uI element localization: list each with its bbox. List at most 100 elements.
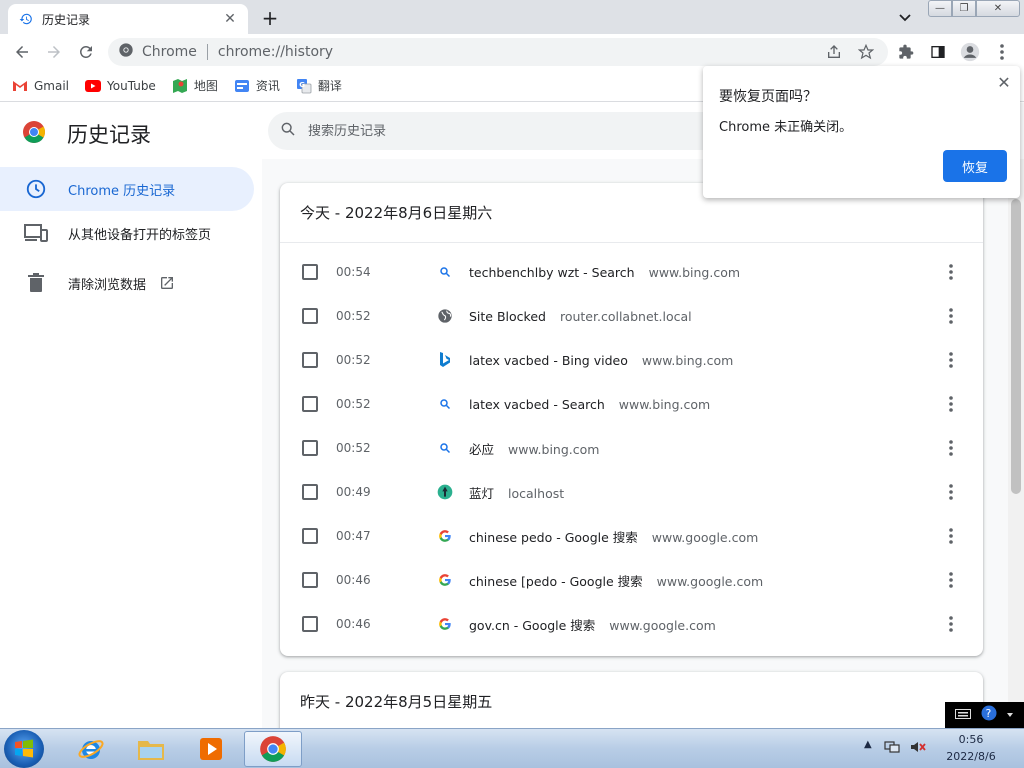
bing-icon (437, 352, 453, 368)
history-entry[interactable]: 00:47 chinese pedo - Google 搜索 www.google.… (280, 514, 983, 558)
address-bar[interactable]: Chrome chrome://history (108, 38, 888, 66)
history-entry[interactable]: 00:46 chinese [pedo - Google 搜索 www.google… (280, 558, 983, 602)
entry-link[interactable]: Site Blocked router.collabnet.local (469, 309, 692, 324)
more-actions-icon[interactable] (939, 524, 963, 548)
forward-button[interactable] (40, 38, 68, 66)
help-icon[interactable]: ? (981, 705, 997, 725)
taskbar-explorer-button[interactable] (122, 731, 180, 767)
entry-checkbox[interactable] (302, 308, 318, 324)
language-bar[interactable]: ? (945, 702, 1024, 728)
more-actions-icon[interactable] (939, 436, 963, 460)
volume-muted-icon[interactable] (910, 740, 926, 757)
keyboard-icon[interactable] (954, 708, 971, 723)
more-actions-icon[interactable] (939, 304, 963, 328)
tab-history[interactable]: 历史记录 ✕ (8, 4, 248, 34)
entry-domain: www.google.com (656, 573, 764, 589)
entry-link[interactable]: gov.cn - Google 搜索 www.google.com (469, 615, 716, 634)
page-scrollbar[interactable] (1008, 159, 1024, 728)
history-entry[interactable]: 00:52 Site Blocked router.collabnet.local (280, 294, 983, 338)
sidebar-item-clear-data[interactable]: 清除浏览数据 (0, 261, 254, 305)
scrollbar-thumb[interactable] (1011, 199, 1021, 494)
entry-checkbox[interactable] (302, 264, 318, 280)
close-window-button[interactable]: ✕ (976, 0, 1020, 17)
menu-kebab-icon[interactable] (988, 38, 1016, 66)
search-input[interactable] (308, 123, 688, 139)
entry-title[interactable]: chinese [pedo - Google 搜索 (469, 574, 643, 589)
new-tab-button[interactable]: + (258, 6, 282, 30)
tab-search-chevron-icon[interactable] (894, 8, 916, 28)
tab-strip: 历史记录 ✕ + — ❐ ✕ (0, 0, 1024, 34)
more-actions-icon[interactable] (939, 348, 963, 372)
entry-link[interactable]: 蓝灯 localhost (469, 483, 564, 502)
side-panel-icon[interactable] (924, 38, 952, 66)
maps-icon (172, 78, 188, 94)
more-actions-icon[interactable] (939, 612, 963, 636)
bookmark-star-icon[interactable] (852, 38, 880, 66)
more-actions-icon[interactable] (939, 480, 963, 504)
entry-checkbox[interactable] (302, 572, 318, 588)
history-entry[interactable]: 00:49 蓝灯 localhost (280, 470, 983, 514)
entry-title[interactable]: chinese pedo - Google 搜索 (469, 530, 638, 545)
sidebar-item-other-devices[interactable]: 从其他设备打开的标签页 (0, 211, 254, 255)
share-icon[interactable] (820, 38, 848, 66)
search-box[interactable] (268, 112, 728, 150)
entry-link[interactable]: latex vacbed - Search www.bing.com (469, 397, 710, 412)
reload-button[interactable] (72, 38, 100, 66)
chrome-page-icon (118, 42, 134, 62)
tray-chevron-up-icon[interactable]: ▲ (864, 739, 872, 750)
extensions-puzzle-icon[interactable] (892, 38, 920, 66)
minimize-button[interactable]: — (928, 0, 952, 17)
svg-text:G: G (299, 81, 305, 89)
entry-domain: www.bing.com (641, 352, 734, 368)
entry-link[interactable]: chinese pedo - Google 搜索 www.google.com (469, 527, 758, 546)
history-entry[interactable]: 00:52 latex vacbed - Search www.bing.com (280, 382, 983, 426)
taskbar-ie-button[interactable] (62, 731, 120, 767)
sidebar-item-chrome-history[interactable]: Chrome 历史记录 (0, 167, 254, 211)
entry-title[interactable]: techbenchlby wzt - Search (469, 265, 635, 280)
entry-title[interactable]: latex vacbed - Search (469, 397, 605, 412)
entry-checkbox[interactable] (302, 528, 318, 544)
bookmark-gmail[interactable]: Gmail (12, 78, 69, 94)
system-clock[interactable]: 0:56 2022/8/6 (940, 731, 1002, 765)
entry-title[interactable]: 蓝灯 (469, 486, 494, 501)
profile-avatar-icon[interactable] (956, 38, 984, 66)
entry-link[interactable]: latex vacbed - Bing video www.bing.com (469, 353, 733, 368)
maximize-button[interactable]: ❐ (952, 0, 976, 17)
restore-pages-bubble: 要恢复页面吗？ Chrome 未正确关闭。 ✕ 恢复 (703, 66, 1020, 198)
close-icon[interactable]: ✕ (994, 72, 1014, 92)
chevron-down-icon[interactable] (1006, 708, 1014, 723)
bookmark-news[interactable]: 资讯 (234, 77, 280, 94)
more-actions-icon[interactable] (939, 260, 963, 284)
history-entry[interactable]: 00:52 latex vacbed - Bing video www.bing.c… (280, 338, 983, 382)
sidebar: Chrome 历史记录 从其他设备打开的标签页 清除浏览数据 (0, 159, 262, 728)
entry-title[interactable]: 必应 (469, 442, 494, 457)
restore-button[interactable]: 恢复 (943, 150, 1007, 182)
history-entry[interactable]: 00:54 techbenchlby wzt - Search www.bing.c… (280, 250, 983, 294)
bookmark-translate[interactable]: G 翻译 (296, 77, 342, 94)
more-actions-icon[interactable] (939, 392, 963, 416)
entry-link[interactable]: chinese [pedo - Google 搜索 www.google.com (469, 571, 763, 590)
entry-link[interactable]: techbenchlby wzt - Search www.bing.com (469, 265, 740, 280)
entry-checkbox[interactable] (302, 616, 318, 632)
entry-checkbox[interactable] (302, 484, 318, 500)
bookmark-maps[interactable]: 地图 (172, 77, 218, 94)
entry-title[interactable]: latex vacbed - Bing video (469, 353, 628, 368)
history-entry[interactable]: 00:52 必应 www.bing.com (280, 426, 983, 470)
entry-checkbox[interactable] (302, 440, 318, 456)
entry-title[interactable]: Site Blocked (469, 309, 546, 324)
entry-link[interactable]: 必应 www.bing.com (469, 439, 599, 458)
tab-close-icon[interactable]: ✕ (222, 11, 238, 27)
network-icon[interactable] (884, 740, 900, 757)
taskbar-media-button[interactable] (182, 731, 240, 767)
back-button[interactable] (8, 38, 36, 66)
entry-title[interactable]: gov.cn - Google 搜索 (469, 618, 595, 633)
history-entry[interactable]: 00:46 gov.cn - Google 搜索 www.google.com (280, 602, 983, 646)
start-button[interactable] (4, 730, 44, 768)
taskbar-chrome-button[interactable] (244, 731, 302, 767)
entry-checkbox[interactable] (302, 352, 318, 368)
bookmark-youtube[interactable]: YouTube (85, 78, 156, 94)
entry-checkbox[interactable] (302, 396, 318, 412)
url-text[interactable]: chrome://history (218, 44, 333, 60)
clock-icon (24, 177, 48, 201)
more-actions-icon[interactable] (939, 568, 963, 592)
